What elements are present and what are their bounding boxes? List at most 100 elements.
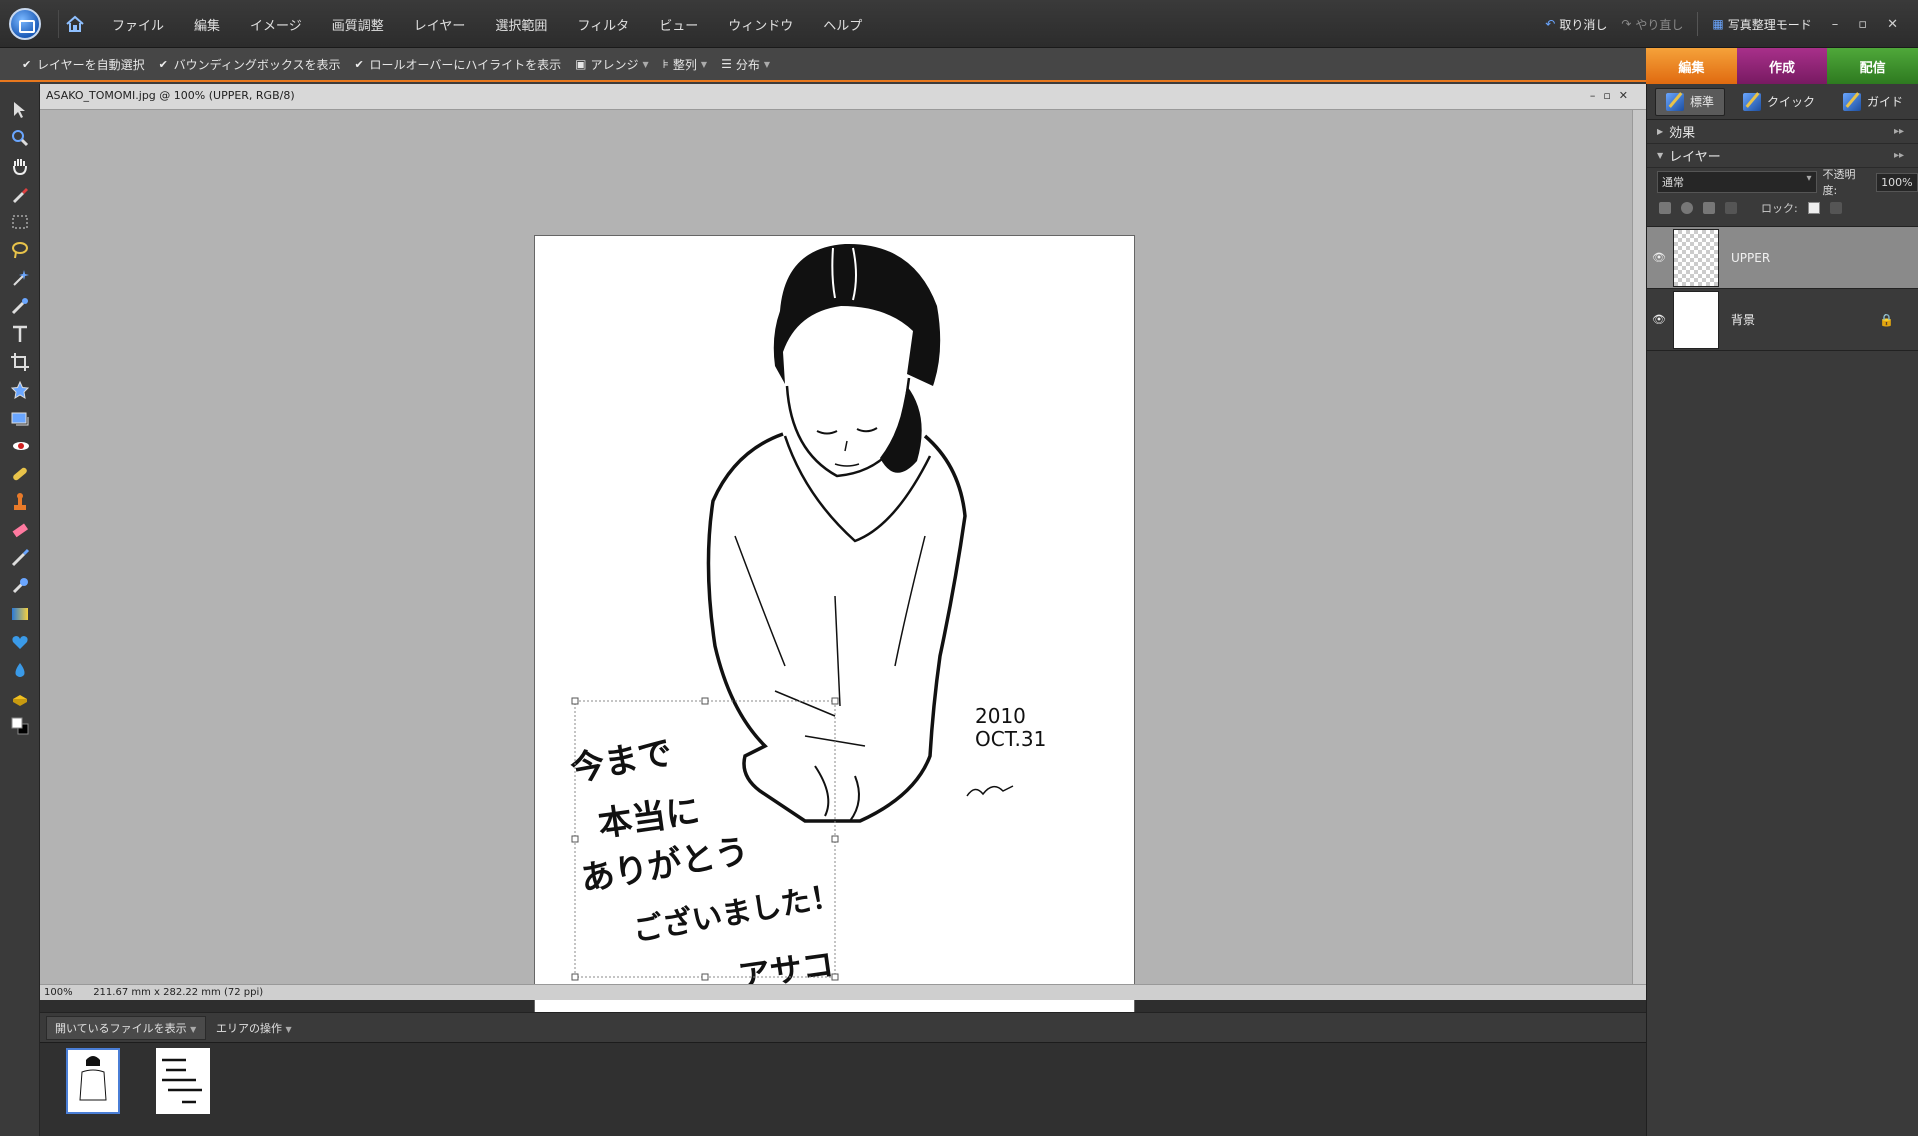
crop-tool-icon[interactable]	[8, 350, 32, 374]
gradient-tool-icon[interactable]	[8, 602, 32, 626]
layers-panel-header[interactable]: ▼ レイヤー ▸▸	[1647, 144, 1918, 168]
effects-panel-header[interactable]: ▶ 効果 ▸▸	[1647, 120, 1918, 144]
new-layer-icon[interactable]	[1659, 202, 1671, 214]
app-logo-icon[interactable]	[9, 8, 41, 40]
edit-mode-subtabs: 標準 クイック ガイド	[1647, 84, 1918, 120]
pencil-icon	[1666, 92, 1684, 111]
tab-quick-edit[interactable]: クイック	[1733, 89, 1825, 115]
menu-view[interactable]: ビュー	[659, 15, 698, 34]
custom-shape-icon[interactable]	[8, 630, 32, 654]
blend-mode-select[interactable]: 通常	[1657, 171, 1817, 193]
vertical-scrollbar[interactable]	[1632, 110, 1646, 984]
redo-icon: ↷	[1621, 17, 1632, 31]
eraser-tool-icon[interactable]	[8, 518, 32, 542]
tab-share[interactable]: 配信	[1827, 48, 1918, 84]
distribute-dropdown[interactable]: ☰ 分布 ▼	[721, 56, 770, 73]
redo-button[interactable]: ↷ やり直し	[1621, 16, 1683, 33]
layers-list: 👁 UPPER 👁 背景 🔒	[1647, 226, 1918, 351]
zoom-level[interactable]: 100%	[44, 985, 90, 1001]
distribute-icon: ☰	[721, 57, 732, 71]
trash-icon[interactable]	[1703, 202, 1715, 214]
date-line-2: OCT.31	[975, 727, 1046, 751]
show-files-dropdown[interactable]: 開いているファイルを表示 ▼	[46, 1015, 206, 1040]
layer-options: 通常 不透明度: 100%	[1647, 168, 1918, 197]
layer-tools: ロック:	[1647, 196, 1918, 220]
opacity-input[interactable]: 100%	[1876, 172, 1918, 192]
rollover-checkbox[interactable]: ✔ ロールオーバーにハイライトを表示	[354, 56, 561, 73]
auto-select-checkbox[interactable]: ✔ レイヤーを自動選択	[22, 56, 145, 73]
menu-select[interactable]: 選択範囲	[495, 15, 547, 34]
menu-help[interactable]: ヘルプ	[823, 15, 862, 34]
straighten-tool-icon[interactable]	[8, 406, 32, 430]
blur-tool-icon[interactable]	[8, 658, 32, 682]
color-swatches-icon[interactable]	[8, 714, 32, 738]
lock-transparency-icon[interactable]	[1807, 202, 1820, 214]
tool-options-bar: ✔ レイヤーを自動選択 ✔ バウンディングボックスを表示 ✔ ロールオーバーにハイライ…	[0, 48, 1646, 82]
tab-guided-edit[interactable]: ガイド	[1833, 89, 1913, 115]
red-eye-tool-icon[interactable]	[8, 434, 32, 458]
lasso-tool-icon[interactable]	[8, 238, 32, 262]
brush-tool-icon[interactable]	[8, 546, 32, 570]
portrait-thumbnail-icon	[79, 1056, 107, 1101]
adjustment-layer-icon[interactable]	[1681, 202, 1693, 214]
nose-mouth	[834, 440, 860, 467]
selection-brush-icon[interactable]	[8, 294, 32, 318]
minimize-icon[interactable]: –	[1832, 17, 1839, 32]
file-thumbnail[interactable]	[66, 1048, 120, 1114]
tab-create[interactable]: 作成	[1736, 48, 1828, 84]
eye-icon[interactable]: 👁	[1649, 251, 1669, 264]
menu-image[interactable]: イメージ	[250, 15, 302, 34]
menu-window[interactable]: ウィンドウ	[728, 15, 793, 34]
layer-row[interactable]: 👁 UPPER	[1647, 227, 1918, 289]
healing-brush-icon[interactable]	[8, 462, 32, 486]
pencil-icon	[1843, 92, 1862, 111]
layer-name: 背景	[1731, 313, 1756, 327]
organizer-button[interactable]: ▦ 写真整理モード	[1712, 16, 1811, 33]
magic-wand-icon[interactable]	[8, 266, 32, 290]
right-panel: 標準 クイック ガイド ▶効果▸▸ ▼レイヤー▸▸ 通常 不透明度: 100% …	[1646, 84, 1918, 1136]
panel-expand-icon[interactable]: ▸▸	[1894, 126, 1904, 137]
sponge-tool-icon[interactable]	[8, 686, 32, 710]
close-icon[interactable]: ✕	[1887, 17, 1898, 32]
menu-enhance[interactable]: 画質調整	[332, 15, 384, 34]
move-tool-icon[interactable]	[8, 98, 32, 122]
eyedropper-icon[interactable]	[8, 182, 32, 206]
menu-edit[interactable]: 編集	[194, 15, 220, 34]
align-icon: ⊧	[662, 57, 669, 71]
lock-all-icon[interactable]	[1829, 202, 1842, 214]
message-line-4: ございました！	[630, 878, 843, 949]
align-dropdown[interactable]: ⊧ 整列 ▼	[663, 56, 707, 73]
type-tool-icon[interactable]	[8, 322, 32, 346]
image-canvas[interactable]: 2010 OCT.31 今まで 本当に ありがとう ございました！ アサコ	[534, 235, 1135, 1036]
tab-edit[interactable]: 編集	[1646, 48, 1737, 84]
canvas-area[interactable]: 2010 OCT.31 今まで 本当に ありがとう ございました！ アサコ	[40, 110, 1632, 1036]
panel-expand-icon[interactable]: ▸▸	[1894, 150, 1904, 161]
zoom-tool-icon[interactable]	[8, 126, 32, 150]
lock-label: ロック:	[1761, 202, 1798, 215]
home-button[interactable]	[58, 10, 88, 38]
chevron-down-icon: ▼	[285, 1024, 292, 1034]
menu-filter[interactable]: フィルタ	[577, 15, 629, 34]
bounding-box-checkbox[interactable]: ✔ バウンディングボックスを表示	[159, 56, 341, 73]
undo-button[interactable]: ↶ 取り消し	[1545, 16, 1607, 33]
eye-icon[interactable]: 👁	[1649, 313, 1669, 326]
document-window-controls[interactable]: –▫✕	[1590, 84, 1636, 108]
marquee-tool-icon[interactable]	[8, 210, 32, 234]
hands	[814, 765, 860, 822]
project-bin	[40, 1042, 1646, 1136]
layer-row[interactable]: 👁 背景 🔒	[1647, 289, 1918, 351]
menu-file[interactable]: ファイル	[112, 15, 164, 34]
tab-full-edit[interactable]: 標準	[1655, 87, 1726, 116]
link-icon[interactable]	[1725, 202, 1737, 214]
cookie-cutter-icon[interactable]	[8, 378, 32, 402]
area-operations-menu[interactable]: エリアの操作 ▼	[216, 1020, 292, 1036]
smart-brush-icon[interactable]	[8, 574, 32, 598]
maximize-icon[interactable]: ▫	[1858, 17, 1867, 32]
layer-name: UPPER	[1731, 250, 1771, 265]
hand-tool-icon[interactable]	[8, 154, 32, 178]
arrange-dropdown[interactable]: ▣ アレンジ ▼	[575, 56, 649, 73]
file-thumbnail[interactable]	[156, 1048, 210, 1114]
chevron-down-icon: ▼	[642, 59, 649, 69]
clone-stamp-icon[interactable]	[8, 490, 32, 514]
menu-layer[interactable]: レイヤー	[414, 15, 466, 34]
